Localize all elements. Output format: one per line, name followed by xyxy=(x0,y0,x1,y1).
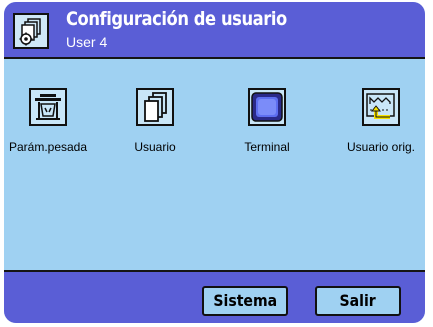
scale-weighing-icon xyxy=(29,88,67,126)
tile-usuario[interactable]: Usuario xyxy=(100,88,210,160)
tile-usuario-orig[interactable]: Usuario orig. xyxy=(326,88,425,160)
user-pages-icon xyxy=(136,88,174,126)
terminal-screen-icon xyxy=(248,88,286,126)
tile-label: Terminal xyxy=(244,140,290,154)
footer-bar: Sistema Salir xyxy=(4,270,425,323)
app-screen: Configuración de usuario User 4 Parám.pe… xyxy=(4,2,425,323)
tile-param-pesada[interactable]: Parám.pesada xyxy=(4,88,103,160)
header-bar: Configuración de usuario User 4 xyxy=(4,2,425,59)
salir-button-label: Salir xyxy=(339,291,377,310)
salir-button[interactable]: Salir xyxy=(315,286,401,316)
user-reset-icon xyxy=(362,88,400,126)
user-settings-icon xyxy=(13,13,49,49)
page-title: Configuración de usuario xyxy=(66,8,287,30)
tile-label: Usuario orig. xyxy=(346,140,416,154)
sistema-button-label: Sistema xyxy=(213,291,277,310)
tile-label: Parám.pesada xyxy=(8,140,88,154)
tile-label: Usuario xyxy=(134,140,176,154)
page-subtitle: User 4 xyxy=(66,34,108,50)
sistema-button[interactable]: Sistema xyxy=(202,286,288,316)
tile-terminal[interactable]: Terminal xyxy=(212,88,322,160)
